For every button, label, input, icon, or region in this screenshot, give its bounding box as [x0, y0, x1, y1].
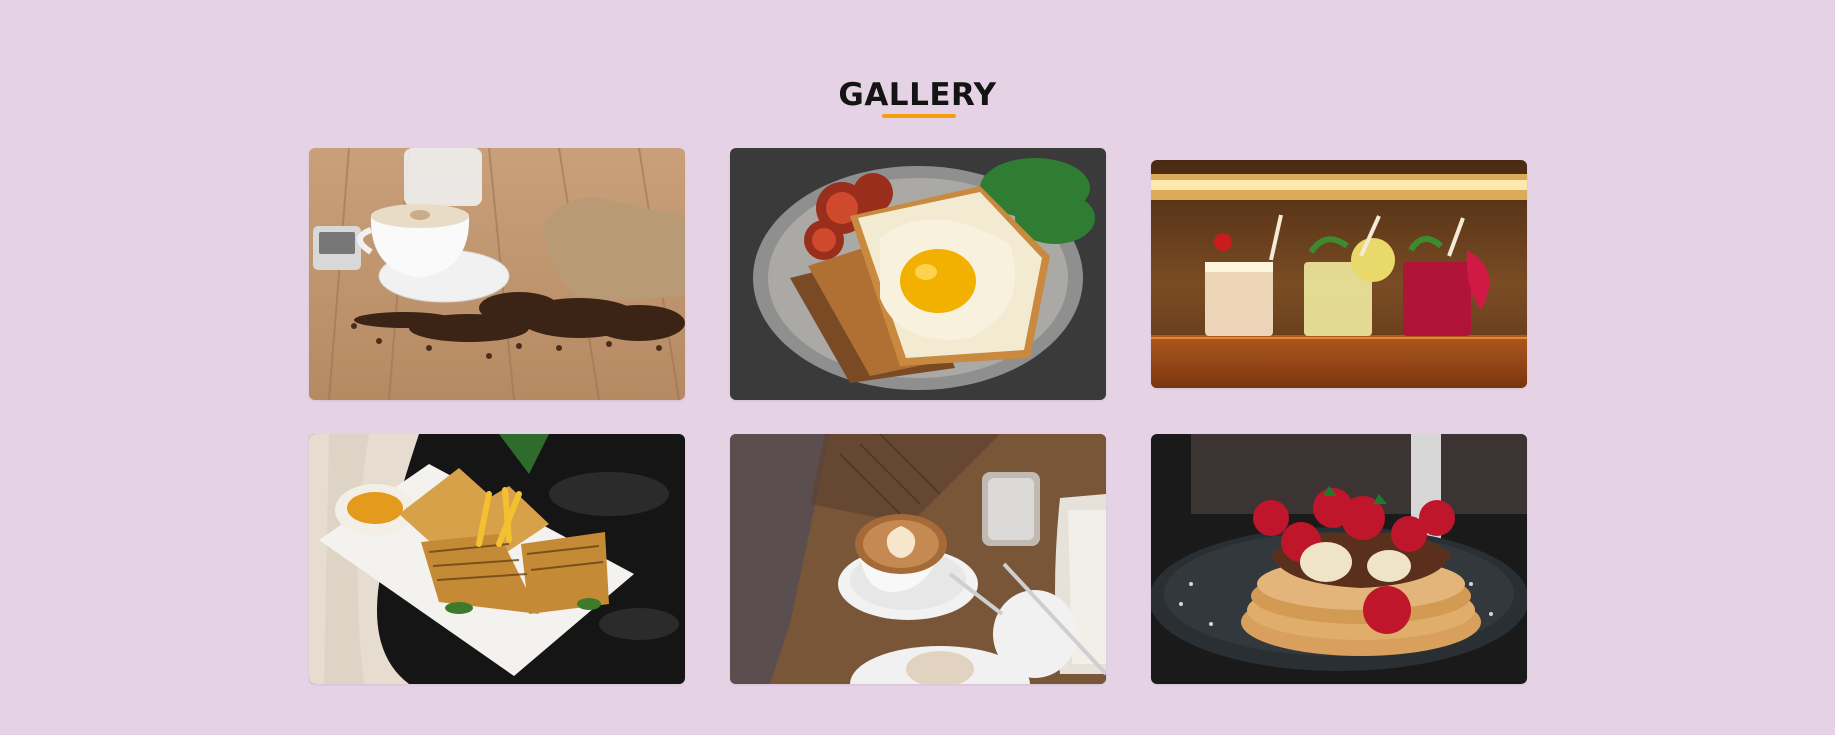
gallery-image-pancakes[interactable]	[1151, 434, 1527, 684]
gallery-image-coffee[interactable]	[309, 148, 685, 400]
title-underline	[882, 114, 956, 118]
gallery-image-sandwiches[interactable]	[309, 434, 685, 684]
gallery-image-egg-toast[interactable]	[730, 148, 1106, 400]
gallery-image-latte[interactable]	[730, 434, 1106, 684]
gallery-title: GALLERY	[838, 77, 997, 113]
gallery-image-cocktails[interactable]	[1151, 160, 1527, 388]
